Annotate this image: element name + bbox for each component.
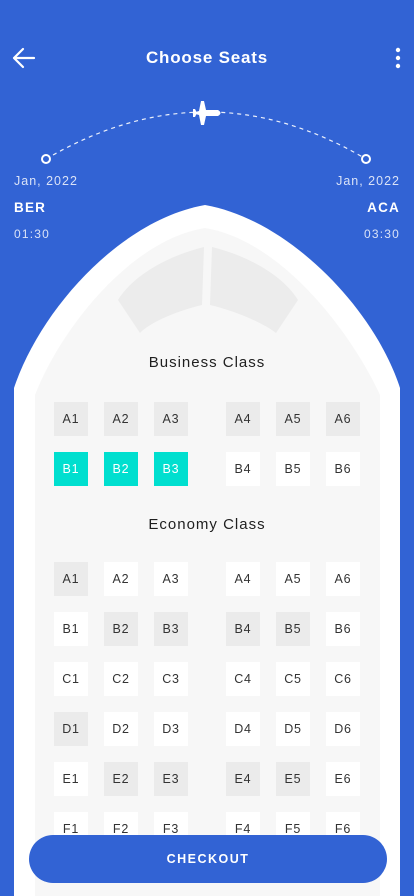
economy-seat-e5[interactable]: E5	[276, 762, 310, 796]
economy-seat-a2[interactable]: A2	[104, 562, 138, 596]
economy-seat-b5[interactable]: B5	[276, 612, 310, 646]
more-menu-button[interactable]	[390, 45, 406, 71]
economy-seat-c4[interactable]: C4	[226, 662, 260, 696]
economy-seat-e2[interactable]: E2	[104, 762, 138, 796]
checkout-button[interactable]: CHECKOUT	[29, 835, 387, 883]
economy-seat-c6[interactable]: C6	[326, 662, 360, 696]
business-seat-b5[interactable]: B5	[276, 452, 310, 486]
business-seat-b4[interactable]: B4	[226, 452, 260, 486]
economy-seat-c3[interactable]: C3	[154, 662, 188, 696]
economy-seat-d1[interactable]: D1	[54, 712, 88, 746]
economy-seat-b4[interactable]: B4	[226, 612, 260, 646]
economy-seat-d5[interactable]: D5	[276, 712, 310, 746]
economy-seat-a3[interactable]: A3	[154, 562, 188, 596]
business-seat-a1[interactable]: A1	[54, 402, 88, 436]
economy-seat-e3[interactable]: E3	[154, 762, 188, 796]
economy-seat-e6[interactable]: E6	[326, 762, 360, 796]
business-class-title: Business Class	[148, 354, 266, 371]
economy-seat-b2[interactable]: B2	[104, 612, 138, 646]
economy-seat-b1[interactable]: B1	[54, 612, 88, 646]
business-seat-b6[interactable]: B6	[326, 452, 360, 486]
economy-seat-b3[interactable]: B3	[154, 612, 188, 646]
business-seat-b2[interactable]: B2	[104, 452, 138, 486]
economy-seat-d2[interactable]: D2	[104, 712, 138, 746]
economy-seat-d6[interactable]: D6	[326, 712, 360, 746]
economy-seat-a1[interactable]: A1	[54, 562, 88, 596]
economy-seat-b6[interactable]: B6	[326, 612, 360, 646]
business-seat-a2[interactable]: A2	[104, 402, 138, 436]
economy-seat-c2[interactable]: C2	[104, 662, 138, 696]
business-seat-a4[interactable]: A4	[226, 402, 260, 436]
airplane-icon	[192, 101, 221, 125]
economy-seat-a6[interactable]: A6	[326, 562, 360, 596]
origin-date: Jan, 2022	[14, 174, 78, 188]
economy-class-title: Economy Class	[148, 516, 266, 533]
economy-seat-a5[interactable]: A5	[276, 562, 310, 596]
economy-seat-a4[interactable]: A4	[226, 562, 260, 596]
economy-seat-c1[interactable]: C1	[54, 662, 88, 696]
economy-seat-e4[interactable]: E4	[226, 762, 260, 796]
more-vertical-icon	[395, 47, 401, 69]
economy-seat-d4[interactable]: D4	[226, 712, 260, 746]
business-seat-b1[interactable]: B1	[54, 452, 88, 486]
business-seat-a6[interactable]: A6	[326, 402, 360, 436]
page-title: Choose Seats	[145, 48, 269, 67]
economy-seat-e1[interactable]: E1	[54, 762, 88, 796]
business-seat-b3[interactable]: B3	[154, 452, 188, 486]
business-seat-a3[interactable]: A3	[154, 402, 188, 436]
business-seat-a5[interactable]: A5	[276, 402, 310, 436]
economy-seat-d3[interactable]: D3	[154, 712, 188, 746]
destination-date: Jan, 2022	[336, 174, 400, 188]
economy-seat-c5[interactable]: C5	[276, 662, 310, 696]
